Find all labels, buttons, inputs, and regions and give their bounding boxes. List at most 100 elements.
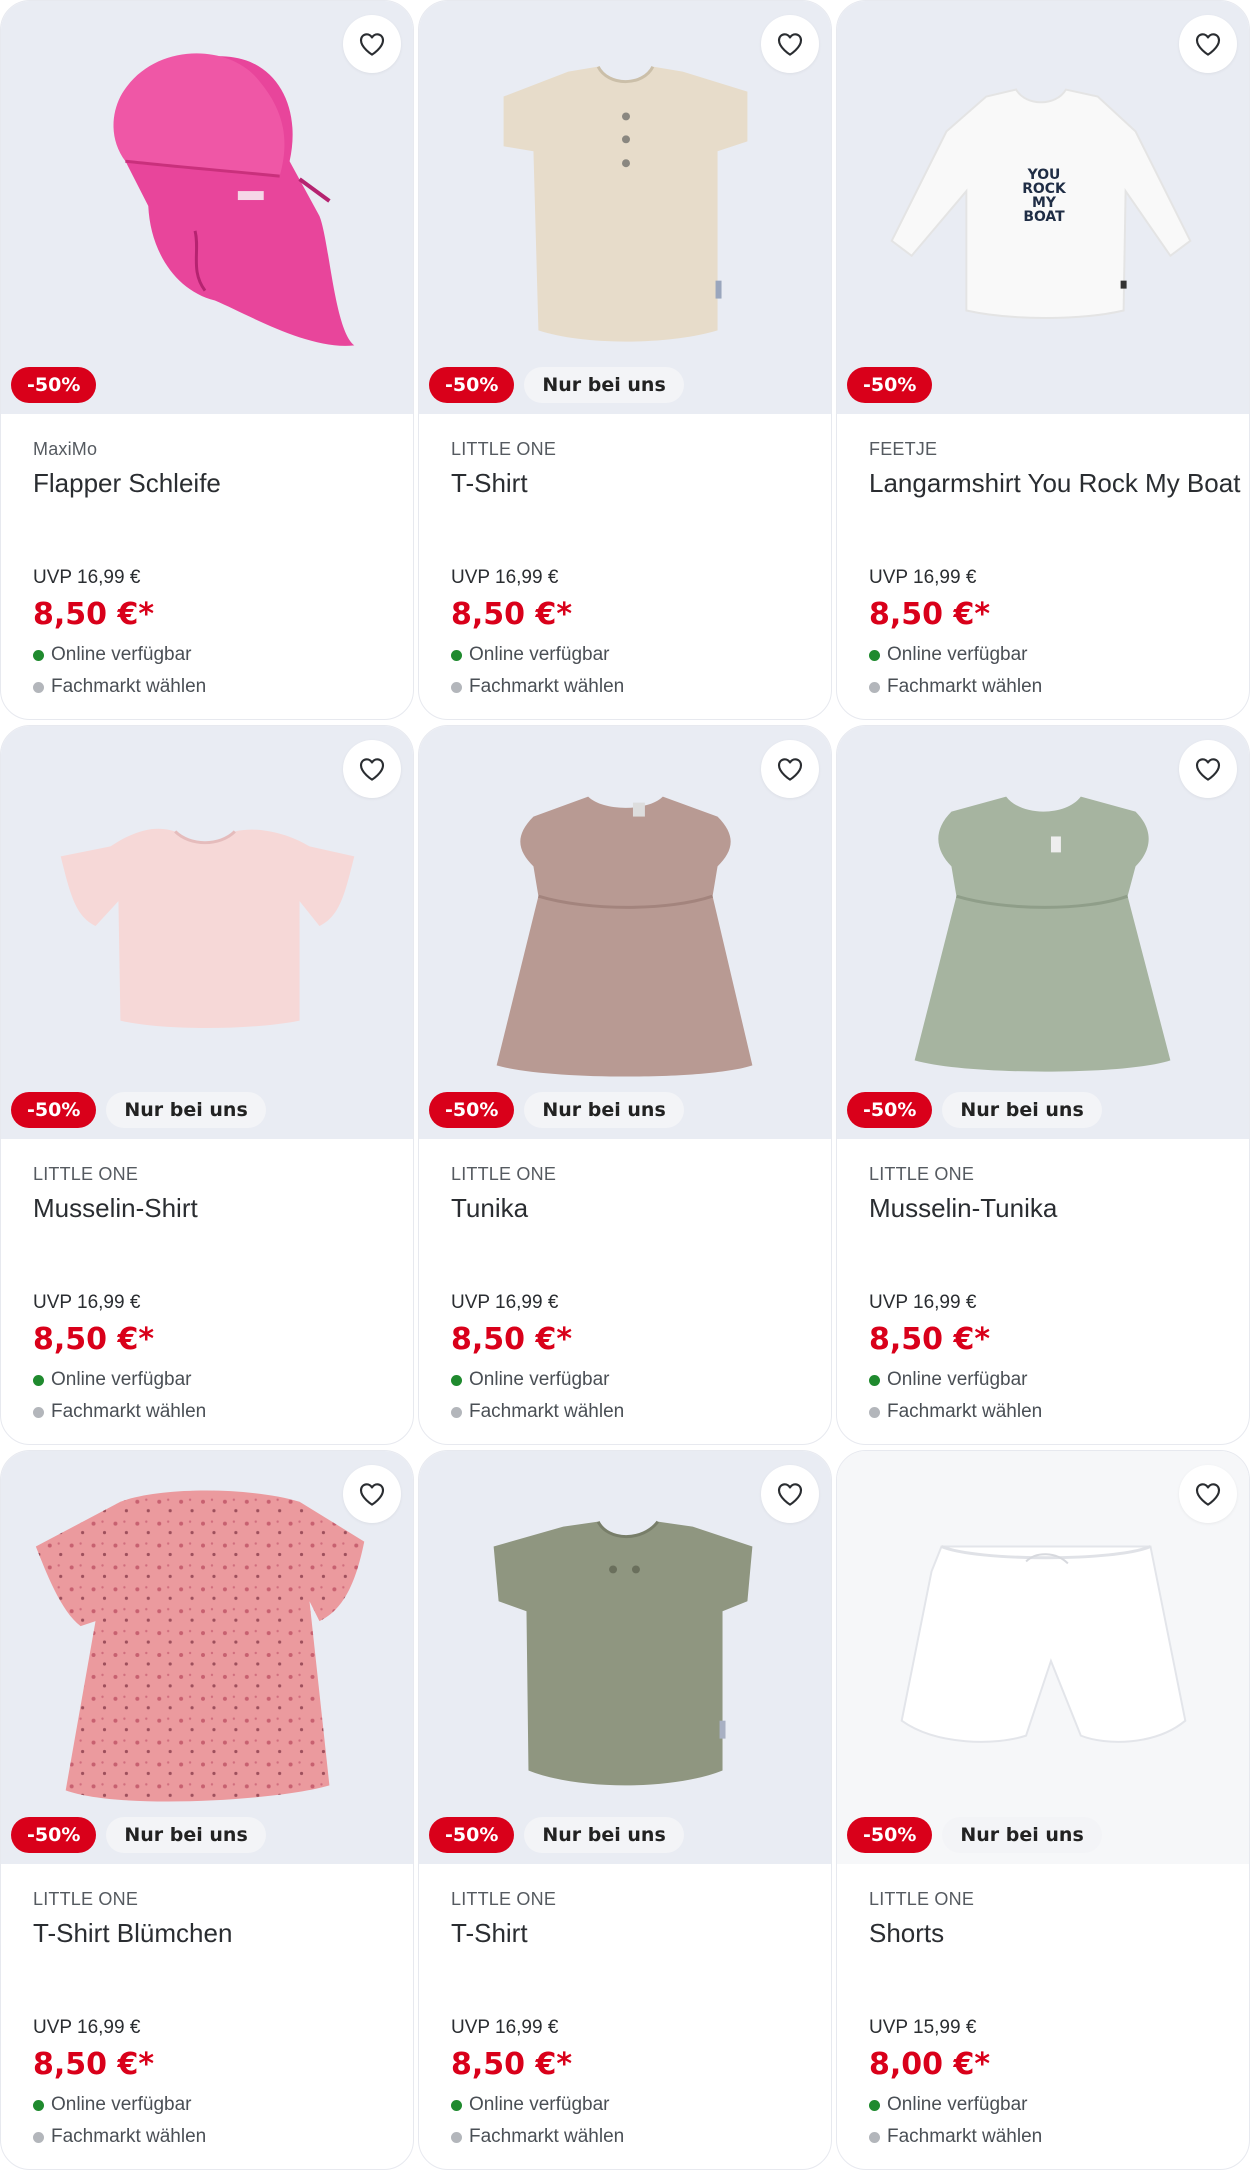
exclusive-badge: Nur bei uns — [524, 367, 684, 403]
product-title[interactable]: Musselin-Shirt — [33, 1193, 393, 1224]
original-price: UVP 15,99 € — [869, 2017, 977, 2038]
original-price: UVP 16,99 € — [451, 1292, 559, 1313]
store-picker-label[interactable]: Fachmarkt wählen — [51, 2126, 206, 2148]
svg-text:BOAT: BOAT — [1023, 209, 1065, 225]
store-picker[interactable]: Fachmarkt wählen — [869, 2126, 1042, 2148]
online-availability: Online verfügbar — [869, 2094, 1027, 2116]
wishlist-button[interactable] — [761, 740, 819, 798]
sale-price: 8,50 €* — [451, 1322, 573, 1357]
discount-badge: -50% — [11, 367, 97, 403]
store-picker-label[interactable]: Fachmarkt wählen — [51, 1401, 206, 1423]
online-availability-label: Online verfügbar — [887, 644, 1028, 665]
wishlist-button[interactable] — [343, 1465, 401, 1523]
product-info: LITTLE ONE T-Shirt — [451, 439, 811, 499]
wishlist-button[interactable] — [1179, 740, 1237, 798]
store-picker[interactable]: Fachmarkt wählen — [451, 1401, 624, 1423]
badge-row: -50% — [11, 367, 97, 403]
badge-row: -50% Nur bei uns — [429, 1817, 684, 1853]
wishlist-button[interactable] — [1179, 1465, 1237, 1523]
store-picker[interactable]: Fachmarkt wählen — [869, 1401, 1042, 1423]
store-picker-label[interactable]: Fachmarkt wählen — [469, 2126, 624, 2148]
store-dot-icon — [451, 2131, 462, 2143]
store-picker[interactable]: Fachmarkt wählen — [451, 2126, 624, 2148]
badge-row: -50% Nur bei uns — [11, 1092, 266, 1128]
product-title[interactable]: Tunika — [451, 1193, 811, 1224]
wishlist-button[interactable] — [343, 15, 401, 73]
available-dot-icon — [869, 649, 880, 661]
product-card-3[interactable]: YOU ROCK MY BOAT -50% FEETJE Langarmshir… — [836, 0, 1250, 720]
badge-row: -50% Nur bei uns — [847, 1092, 1102, 1128]
available-dot-icon — [869, 2099, 880, 2111]
original-price: UVP 16,99 € — [33, 2017, 141, 2038]
original-price: UVP 16,99 € — [451, 567, 559, 588]
store-picker-label[interactable]: Fachmarkt wählen — [887, 2126, 1042, 2148]
original-price: UVP 16,99 € — [33, 567, 141, 588]
store-picker-label[interactable]: Fachmarkt wählen — [51, 676, 206, 698]
sale-price: 8,50 €* — [33, 2047, 155, 2082]
product-card-1[interactable]: -50% MaxiMo Flapper Schleife UVP 16,99 €… — [0, 0, 414, 720]
product-card-8[interactable]: -50% Nur bei uns LITTLE ONE T-Shirt UVP … — [418, 1450, 832, 2170]
store-picker[interactable]: Fachmarkt wählen — [33, 1401, 206, 1423]
wishlist-button[interactable] — [343, 740, 401, 798]
exclusive-badge: Nur bei uns — [942, 1092, 1102, 1128]
product-info: LITTLE ONE Shorts — [869, 1889, 1229, 1949]
product-title[interactable]: Musselin-Tunika — [869, 1193, 1229, 1224]
online-availability-label: Online verfügbar — [887, 2094, 1028, 2115]
product-title[interactable]: Flapper Schleife — [33, 468, 393, 499]
store-picker-label[interactable]: Fachmarkt wählen — [469, 676, 624, 698]
discount-badge: -50% — [11, 1092, 97, 1128]
badge-row: -50% Nur bei uns — [11, 1817, 266, 1853]
product-info: MaxiMo Flapper Schleife — [33, 439, 393, 499]
product-card-6[interactable]: -50% Nur bei uns LITTLE ONE Musselin-Tun… — [836, 725, 1250, 1445]
product-card-7[interactable]: -50% Nur bei uns LITTLE ONE T-Shirt Blüm… — [0, 1450, 414, 2170]
product-title[interactable]: T-Shirt — [451, 1918, 811, 1949]
product-brand: LITTLE ONE — [869, 1164, 975, 1184]
wishlist-button[interactable] — [1179, 15, 1237, 73]
badge-row: -50% Nur bei uns — [847, 1817, 1102, 1853]
discount-badge: -50% — [11, 1817, 97, 1853]
online-availability-label: Online verfügbar — [469, 2094, 610, 2115]
discount-badge: -50% — [429, 1092, 515, 1128]
product-card-5[interactable]: -50% Nur bei uns LITTLE ONE Tunika UVP 1… — [418, 725, 832, 1445]
heart-outline-icon — [777, 33, 803, 56]
product-title[interactable]: Langarmshirt You Rock My Boat — [869, 468, 1240, 499]
product-card-2[interactable]: -50% Nur bei uns LITTLE ONE T-Shirt UVP … — [418, 0, 832, 720]
available-dot-icon — [451, 649, 462, 661]
product-title[interactable]: Shorts — [869, 1918, 1229, 1949]
product-brand: FEETJE — [869, 439, 938, 459]
discount-badge: -50% — [429, 367, 515, 403]
store-picker[interactable]: Fachmarkt wählen — [33, 676, 206, 698]
store-picker[interactable]: Fachmarkt wählen — [451, 676, 624, 698]
store-picker-label[interactable]: Fachmarkt wählen — [887, 1401, 1042, 1423]
product-title[interactable]: T-Shirt — [451, 468, 811, 499]
product-card-9[interactable]: -50% Nur bei uns LITTLE ONE Shorts UVP 1… — [836, 1450, 1250, 2170]
store-dot-icon — [451, 1406, 462, 1418]
heart-outline-icon — [777, 1483, 803, 1506]
online-availability: Online verfügbar — [33, 644, 191, 666]
store-dot-icon — [869, 2131, 880, 2143]
product-brand: LITTLE ONE — [33, 1889, 139, 1909]
sale-price: 8,50 €* — [869, 1322, 991, 1357]
heart-outline-icon — [1195, 758, 1221, 781]
product-info: LITTLE ONE Musselin-Tunika — [869, 1164, 1229, 1224]
discount-badge: -50% — [847, 1092, 933, 1128]
heart-outline-icon — [359, 33, 385, 56]
wishlist-button[interactable] — [761, 15, 819, 73]
product-brand: LITTLE ONE — [869, 1889, 975, 1909]
online-availability: Online verfügbar — [451, 644, 609, 666]
sale-price: 8,50 €* — [451, 2047, 573, 2082]
product-card-4[interactable]: -50% Nur bei uns LITTLE ONE Musselin-Shi… — [0, 725, 414, 1445]
sale-price: 8,00 €* — [869, 2047, 991, 2082]
store-picker-label[interactable]: Fachmarkt wählen — [887, 676, 1042, 698]
online-availability-label: Online verfügbar — [51, 2094, 192, 2115]
product-title[interactable]: T-Shirt Blümchen — [33, 1918, 393, 1949]
store-picker-label[interactable]: Fachmarkt wählen — [469, 1401, 624, 1423]
store-picker[interactable]: Fachmarkt wählen — [33, 2126, 206, 2148]
product-brand: LITTLE ONE — [451, 1889, 557, 1909]
online-availability: Online verfügbar — [451, 1369, 609, 1391]
store-picker[interactable]: Fachmarkt wählen — [869, 676, 1042, 698]
available-dot-icon — [33, 649, 44, 661]
discount-badge: -50% — [847, 1817, 933, 1853]
wishlist-button[interactable] — [761, 1465, 819, 1523]
discount-badge: -50% — [847, 367, 933, 403]
